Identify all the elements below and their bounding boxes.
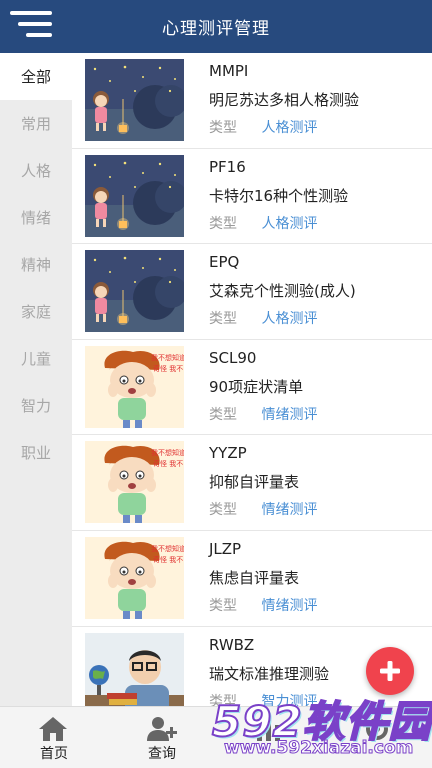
- sidebar-item-6[interactable]: 儿童: [0, 335, 72, 382]
- plus-icon: [380, 661, 400, 681]
- test-thumbnail: [85, 632, 184, 706]
- sidebar-item-7[interactable]: 智力: [0, 382, 72, 429]
- page-title: 心理测评管理: [162, 19, 270, 39]
- sidebar-item-8[interactable]: 职业: [0, 429, 72, 476]
- type-value: 人格测评: [261, 215, 318, 232]
- test-meta: 类型 情绪测评: [209, 499, 317, 519]
- test-code: YYZP: [209, 444, 247, 463]
- sidebar-item-3[interactable]: 情绪: [0, 194, 72, 241]
- test-name: 明尼苏达多相人格测验: [209, 91, 360, 109]
- home-icon: [39, 717, 67, 741]
- test-meta: 类型 情绪测评: [209, 404, 317, 424]
- tab-query-label: 查询: [148, 746, 176, 762]
- app-screen: 心理测评管理 全部 常用 人格 情绪 精神 家庭 儿童 智力 职业 MMPI 明尼苏达多相人格测…: [0, 0, 432, 768]
- svg-text:我不想知道: 我不想知道: [151, 353, 184, 362]
- type-value: 情绪测评: [261, 597, 318, 614]
- svg-text:我不想知道: 我不想知道: [151, 544, 184, 553]
- type-label: 类型: [209, 120, 237, 136]
- add-test-button[interactable]: [366, 647, 414, 695]
- test-thumbnail: 我不想知道 奇怪 我不: [85, 345, 184, 428]
- type-value: 人格测评: [261, 311, 318, 328]
- test-list: MMPI 明尼苏达多相人格测验 类型 人格测评 PF16 卡特尔16种个性测验 …: [72, 53, 432, 706]
- sidebar-item-0[interactable]: 全部: [0, 53, 72, 100]
- test-name: 艾森克个性测验(成人): [209, 282, 356, 301]
- test-name: 卡特尔16种个性测验: [209, 186, 349, 205]
- sidebar-item-5[interactable]: 家庭: [0, 288, 72, 335]
- test-thumbnail: 我不想知道 奇怪 我不: [85, 441, 184, 524]
- svg-text:奇怪 我不: 奇怪 我不: [153, 459, 183, 468]
- type-label: 类型: [209, 406, 237, 423]
- type-value: 情绪测评: [261, 502, 318, 519]
- type-value: 人格测评: [261, 120, 318, 136]
- svg-text:我不想知道: 我不想知道: [151, 448, 184, 457]
- type-value: 智力测评: [261, 693, 318, 706]
- test-code: MMPI: [209, 62, 249, 80]
- settings-icon: [366, 718, 388, 740]
- test-code: PF16: [209, 157, 246, 176]
- test-name: 90项症状清单: [209, 377, 304, 396]
- test-code: SCL90: [209, 348, 257, 367]
- test-code: EPQ: [209, 253, 240, 272]
- type-label: 类型: [209, 502, 237, 519]
- tab-stats[interactable]: [216, 707, 324, 768]
- test-meta: 类型 人格测评: [209, 213, 317, 233]
- test-meta: 类型 智力测评: [209, 691, 317, 706]
- type-label: 类型: [209, 215, 237, 232]
- test-thumbnail: [85, 154, 184, 237]
- bottom-nav: 首页 查询: [0, 706, 432, 768]
- test-meta: 类型 情绪测评: [209, 595, 317, 615]
- test-name: 抑郁自评量表: [209, 473, 300, 492]
- type-label: 类型: [209, 597, 237, 614]
- test-row[interactable]: MMPI 明尼苏达多相人格测验 类型 人格测评: [72, 53, 432, 149]
- type-label: 类型: [209, 311, 237, 328]
- menu-icon[interactable]: [6, 9, 52, 43]
- category-sidebar: 全部 常用 人格 情绪 精神 家庭 儿童 智力 职业: [0, 53, 72, 706]
- test-row[interactable]: 我不想知道 奇怪 我不 JLZP 焦虑自评量表 类型 情绪测评: [72, 531, 432, 627]
- sidebar-item-4[interactable]: 精神: [0, 241, 72, 288]
- test-row[interactable]: PF16 卡特尔16种个性测验 类型 人格测评: [72, 149, 432, 245]
- top-bar: 心理测评管理: [0, 0, 432, 53]
- test-meta: 类型 人格测评: [209, 308, 317, 328]
- add-user-icon: [147, 717, 177, 741]
- svg-text:奇怪 我不: 奇怪 我不: [153, 555, 183, 564]
- tab-home[interactable]: 首页: [0, 707, 108, 768]
- test-thumbnail: [85, 250, 184, 333]
- svg-text:奇怪 我不: 奇怪 我不: [153, 364, 183, 373]
- test-meta: 类型 人格测评: [209, 117, 317, 137]
- sidebar-item-2[interactable]: 人格: [0, 147, 72, 194]
- test-row[interactable]: 我不想知道 奇怪 我不 SCL90 90项症状清单 类型 情绪测评: [72, 340, 432, 436]
- type-value: 情绪测评: [261, 406, 318, 423]
- type-label: 类型: [209, 693, 237, 706]
- test-code: JLZP: [209, 539, 242, 558]
- tab-home-label: 首页: [40, 746, 68, 762]
- test-thumbnail: 我不想知道 奇怪 我不: [85, 536, 184, 619]
- sidebar-item-1[interactable]: 常用: [0, 100, 72, 147]
- test-row[interactable]: 我不想知道 奇怪 我不 YYZP 抑郁自评量表 类型 情绪测评: [72, 435, 432, 531]
- chart-icon: [257, 721, 280, 741]
- test-thumbnail: [85, 59, 184, 141]
- tab-settings[interactable]: [324, 707, 432, 768]
- test-row[interactable]: EPQ 艾森克个性测验(成人) 类型 人格测评: [72, 244, 432, 340]
- test-name: 瑞文标准推理测验: [209, 664, 330, 683]
- tab-query[interactable]: 查询: [108, 707, 216, 768]
- test-code: RWBZ: [209, 635, 255, 654]
- test-name: 焦虑自评量表: [209, 568, 300, 587]
